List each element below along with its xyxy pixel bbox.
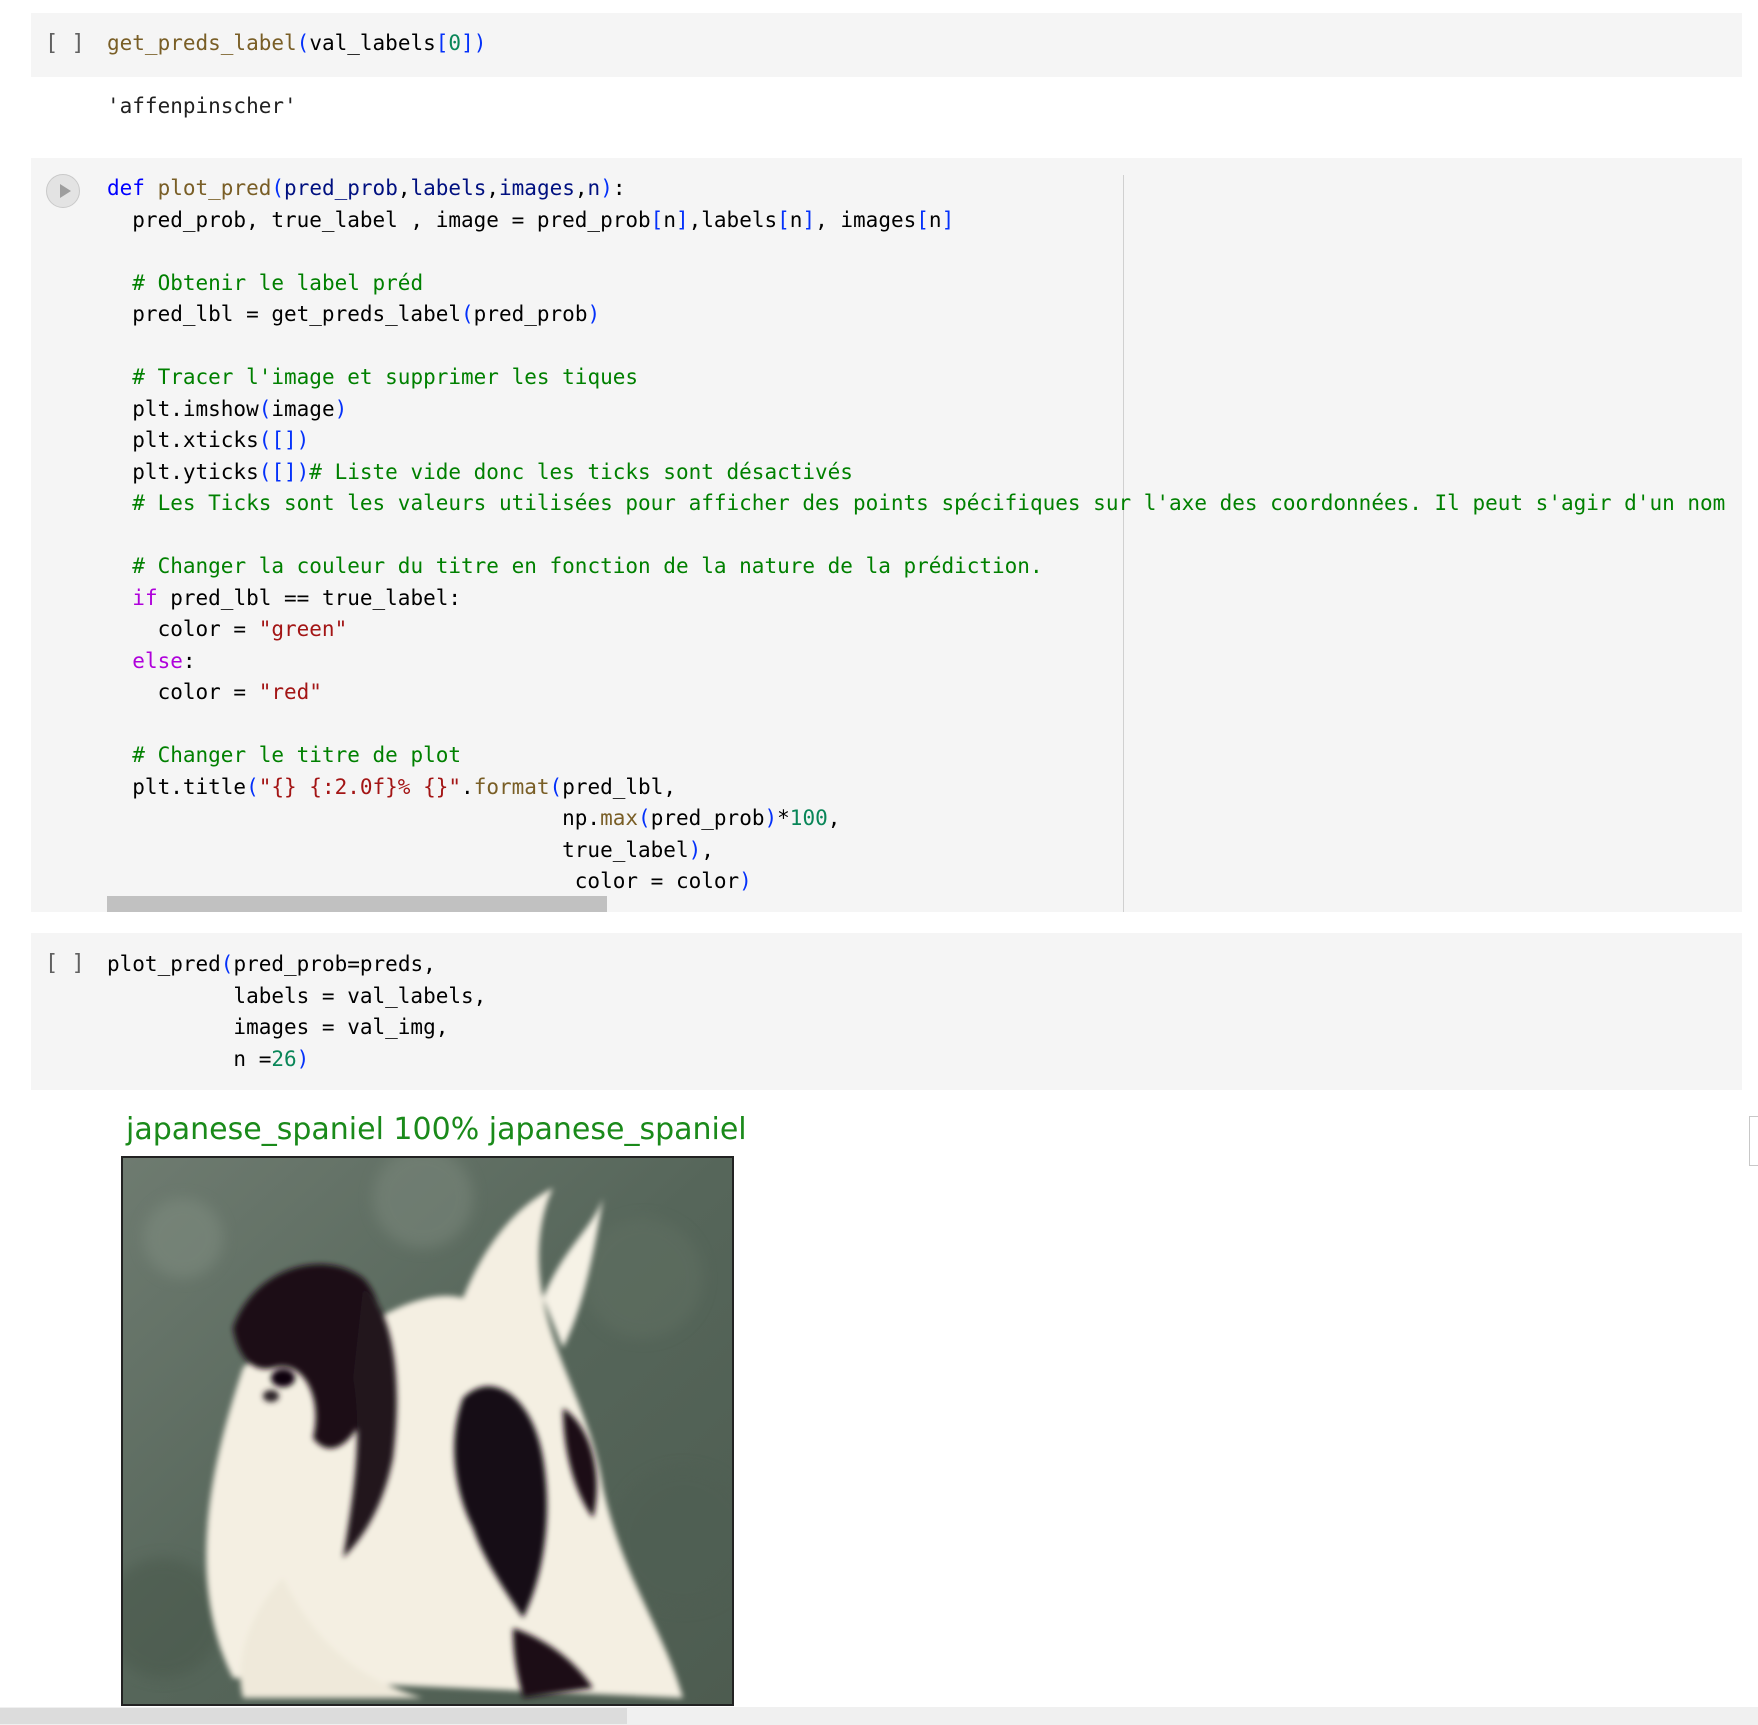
page-scroll-thumb[interactable] [0,1708,627,1724]
cell-output: 'affenpinscher' [107,94,297,118]
code-line[interactable]: get_preds_label(val_labels[0]) [107,28,486,60]
output-side-scrollbar[interactable] [1749,1116,1758,1166]
plot-image [121,1156,734,1706]
cell-run-indicator[interactable]: [ ] [45,951,85,976]
code-scroll-thumb[interactable] [107,896,607,912]
plot-title: japanese_spaniel 100% japanese_spaniel [126,1112,747,1147]
cell-run-indicator[interactable]: [ ] [45,31,85,56]
play-circle-icon[interactable] [46,174,80,208]
code-editor[interactable]: plot_pred(pred_prob=preds, labels = val_… [107,949,486,1075]
code-editor[interactable]: def plot_pred(pred_prob,labels,images,n)… [107,173,1725,898]
